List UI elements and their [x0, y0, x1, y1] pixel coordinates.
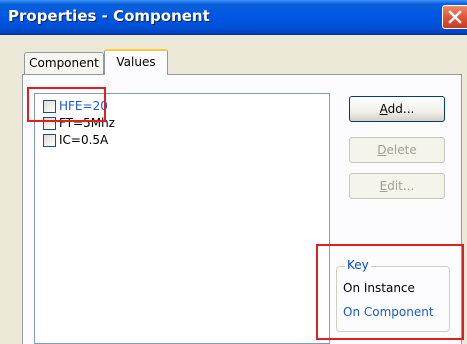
title-bar[interactable]: Properties - Component: [0, 0, 467, 35]
add-button[interactable]: Add...: [349, 96, 445, 122]
tab-component-label: Component: [29, 56, 99, 70]
tab-component[interactable]: Component: [24, 52, 104, 74]
list-item-label: IC=0.5A: [59, 133, 109, 147]
values-listbox[interactable]: HFE=20 FT=5Mhz IC=0.5A: [34, 93, 330, 344]
properties-dialog: Properties - Component Component Values …: [0, 0, 467, 344]
close-button[interactable]: [442, 5, 467, 29]
edit-button-label-post: dit...: [387, 179, 415, 193]
edit-button[interactable]: Edit...: [349, 173, 445, 199]
delete-button-label-post: elete: [386, 143, 417, 157]
close-icon: [448, 10, 462, 24]
highlight-box-key: [316, 244, 464, 340]
delete-button[interactable]: Delete: [349, 137, 445, 163]
add-button-mnemonic: A: [379, 102, 388, 116]
tab-values[interactable]: Values: [104, 49, 168, 75]
add-button-label-post: dd...: [387, 102, 415, 116]
highlight-box-hfe: [27, 87, 106, 122]
window-title: Properties - Component: [8, 7, 210, 25]
checkbox[interactable]: [43, 134, 56, 147]
tab-values-label: Values: [116, 55, 156, 69]
delete-button-mnemonic: D: [377, 143, 387, 157]
